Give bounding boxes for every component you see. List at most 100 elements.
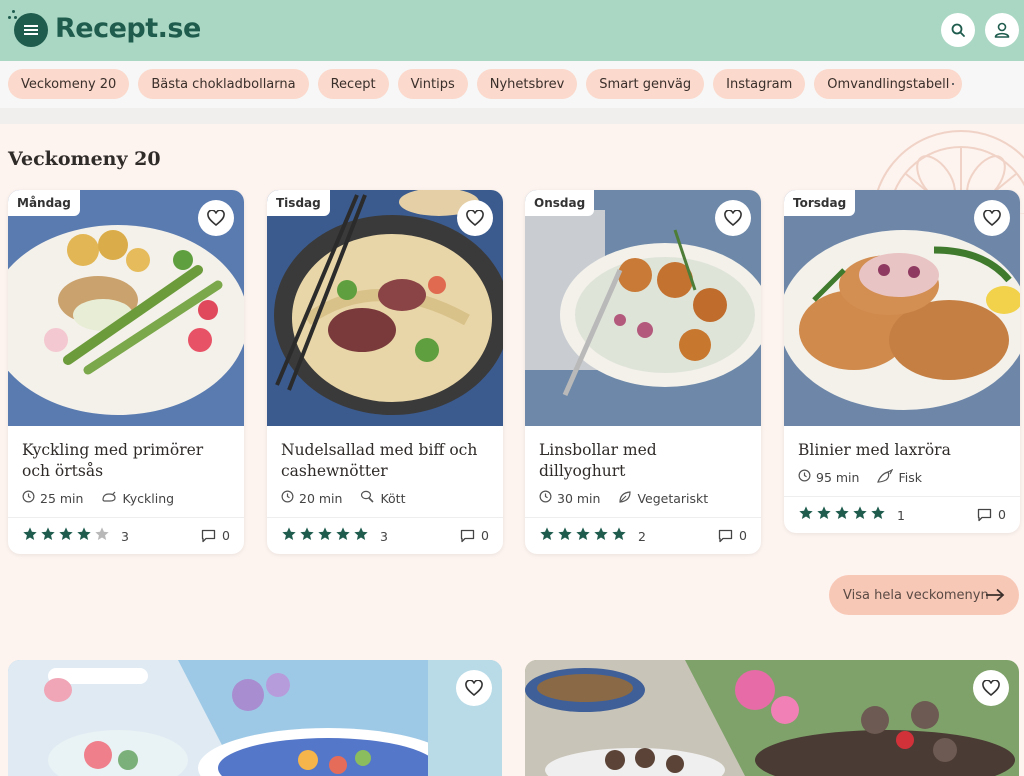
star-filled-icon[interactable] [575, 526, 591, 546]
comment-count: 0 [222, 528, 230, 543]
arrow-right-icon [986, 588, 1005, 602]
comments-link[interactable]: 0 [977, 507, 1006, 522]
star-filled-icon[interactable] [335, 526, 351, 546]
recipe-footer: 3 0 [8, 517, 244, 554]
comment-count: 0 [481, 528, 489, 543]
recipe-card[interactable]: Tisdag Nudelsallad med biff och cashewnö… [267, 190, 503, 554]
leaf-icon [618, 490, 632, 507]
cook-time: 20 min [299, 490, 343, 506]
menu-button[interactable] [14, 13, 48, 47]
nav-pill[interactable]: Recept [317, 69, 389, 99]
star-filled-icon[interactable] [317, 526, 333, 546]
recipe-meta: 30 min Vegetariskt [539, 490, 747, 506]
favorite-button[interactable] [457, 200, 493, 236]
clock-icon [22, 490, 35, 506]
divider-strip [0, 108, 1024, 124]
account-button[interactable] [985, 13, 1019, 47]
star-filled-icon[interactable] [593, 526, 609, 546]
view-full-menu-label: Visa hela veckomenyn [843, 587, 989, 603]
rating-count: 3 [380, 528, 388, 544]
featured-image [525, 660, 1019, 776]
recipe-card[interactable]: Onsdag Linsbollar med dillyoghurt 30 min… [525, 190, 761, 554]
star-filled-icon[interactable] [834, 505, 850, 525]
comment-icon [201, 529, 216, 542]
nav-pill[interactable]: Vintips [397, 69, 468, 99]
heart-icon [466, 210, 484, 226]
star-filled-icon[interactable] [299, 526, 315, 546]
site-logo[interactable]: Recept.se [55, 13, 201, 44]
recipe-title[interactable]: Nudelsallad med biff och cashewnötter [281, 440, 489, 482]
recipe-footer: 3 0 [267, 517, 503, 554]
recipe-title[interactable]: Kyckling med primörer och örtsås [22, 440, 230, 482]
star-filled-icon[interactable] [40, 526, 56, 546]
nav-pill[interactable]: Veckomeny 20 [8, 69, 130, 99]
user-icon [994, 22, 1010, 38]
comments-link[interactable]: 0 [460, 528, 489, 543]
recipe-category: Fisk [898, 469, 922, 485]
favorite-button[interactable] [456, 670, 492, 706]
recipe-image[interactable]: Måndag [8, 190, 244, 426]
recipe-card[interactable]: Torsdag Blinier med laxröra 95 min Fisk … [784, 190, 1020, 533]
recipe-title[interactable]: Blinier med laxröra [798, 440, 1006, 461]
recipe-image[interactable]: Onsdag [525, 190, 761, 426]
day-label: Onsdag [525, 190, 595, 216]
section-title: Veckomeny 20 [8, 148, 161, 170]
star-filled-icon[interactable] [281, 526, 297, 546]
featured-card[interactable] [8, 660, 502, 776]
star-rating[interactable] [539, 526, 627, 546]
recipe-footer: 1 0 [784, 496, 1020, 533]
cook-time: 95 min [816, 469, 860, 485]
favorite-button[interactable] [198, 200, 234, 236]
nav-pill[interactable]: Smart genväg [586, 69, 705, 99]
comments-link[interactable]: 0 [718, 528, 747, 543]
nav-pill[interactable]: Bästa chokladbollarna [138, 69, 309, 99]
star-filled-icon[interactable] [611, 526, 627, 546]
day-label: Tisdag [267, 190, 330, 216]
recipe-image[interactable]: Tisdag [267, 190, 503, 426]
search-icon [951, 23, 965, 37]
star-filled-icon[interactable] [353, 526, 369, 546]
heart-icon [207, 210, 225, 226]
heart-icon [983, 210, 1001, 226]
favorite-button[interactable] [974, 200, 1010, 236]
heart-icon [982, 680, 1000, 696]
day-label: Måndag [8, 190, 80, 216]
nav-pill[interactable]: Nyhetsbrev [476, 69, 578, 99]
star-filled-icon[interactable] [76, 526, 92, 546]
star-filled-icon[interactable] [798, 505, 814, 525]
search-button[interactable] [941, 13, 975, 47]
star-filled-icon[interactable] [852, 505, 868, 525]
star-filled-icon[interactable] [58, 526, 74, 546]
recipe-category: Kött [380, 490, 406, 506]
nav-pill[interactable]: Omvandlingstabell [814, 69, 963, 99]
star-filled-icon[interactable] [539, 526, 555, 546]
favorite-button[interactable] [715, 200, 751, 236]
recipe-meta: 25 min Kyckling [22, 490, 230, 506]
favorite-button[interactable] [973, 670, 1009, 706]
nav-pill[interactable]: Instagram [713, 69, 806, 99]
comment-icon [718, 529, 733, 542]
view-full-menu-button[interactable]: Visa hela veckomenyn [829, 575, 1019, 615]
comments-link[interactable]: 0 [201, 528, 230, 543]
recipe-meta: 20 min Kött [281, 490, 489, 506]
star-filled-icon[interactable] [816, 505, 832, 525]
site-header: Recept.se [0, 0, 1024, 61]
comment-count: 0 [739, 528, 747, 543]
star-empty-icon[interactable] [94, 526, 110, 546]
star-filled-icon[interactable] [22, 526, 38, 546]
recipe-card[interactable]: Måndag Kyckling med primörer och örtsås … [8, 190, 244, 554]
star-filled-icon[interactable] [557, 526, 573, 546]
heart-icon [465, 680, 483, 696]
recipe-category: Kyckling [122, 490, 175, 506]
star-rating[interactable] [798, 505, 886, 525]
recipe-category: Vegetariskt [637, 490, 709, 506]
star-filled-icon[interactable] [870, 505, 886, 525]
recipe-title[interactable]: Linsbollar med dillyoghurt [539, 440, 747, 482]
star-rating[interactable] [281, 526, 369, 546]
featured-card[interactable] [525, 660, 1019, 776]
recipe-image[interactable]: Torsdag [784, 190, 1020, 426]
comment-icon [977, 508, 992, 521]
clock-icon [281, 490, 294, 506]
rating-count: 3 [121, 528, 129, 544]
star-rating[interactable] [22, 526, 110, 546]
